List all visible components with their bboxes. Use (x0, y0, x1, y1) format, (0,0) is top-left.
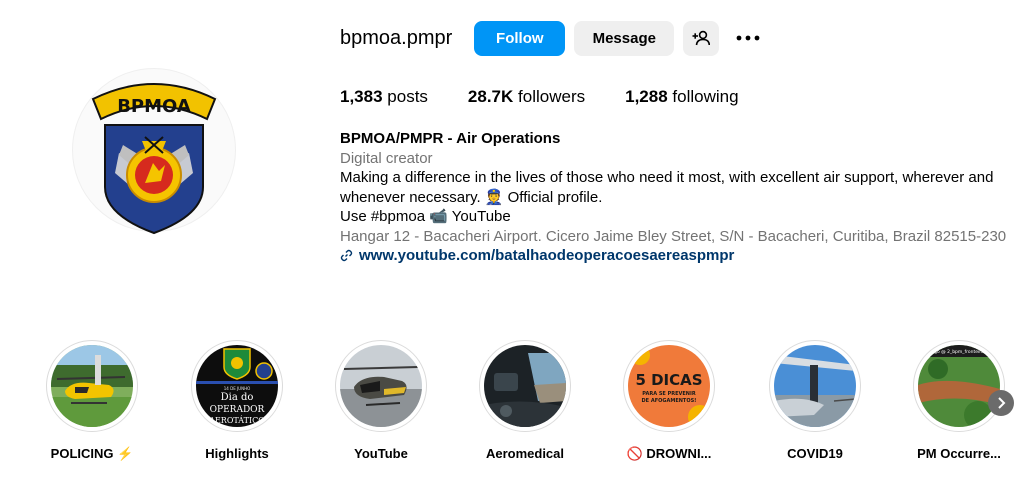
highlight-label: Aeromedical (485, 446, 565, 461)
highlight-thumbnail-cockpit (484, 345, 566, 427)
highlight-label: YouTube (354, 446, 408, 461)
username: bpmoa.pmpr (340, 26, 453, 49)
highlight-drowning[interactable]: 5 DICAS PARA SE PREVENIR DE AFOGAMENTOS!… (594, 340, 744, 462)
chevron-right-icon (998, 397, 1006, 409)
posts-stat: 1,383 posts (340, 87, 428, 107)
highlight-thumbnail-tips: 5 DICAS PARA SE PREVENIR DE AFOGAMENTOS! (628, 345, 710, 427)
bio-hashtag-line[interactable]: Use #bpmoa 📹 YouTube (340, 207, 1020, 227)
profile-bio: BPMOA/PMPR - Air Operations Digital crea… (340, 129, 1020, 266)
highlight-label: Highlights (205, 446, 269, 461)
highlight-thumbnail-airplane (774, 345, 856, 427)
highlight-ring (335, 340, 427, 432)
highlight-label: COVID19 (787, 446, 843, 461)
person-plus-icon (692, 30, 711, 46)
message-button[interactable]: Message (574, 20, 675, 56)
highlight-youtube[interactable]: YouTube (306, 340, 456, 461)
followers-stat[interactable]: 28.7K followers (468, 87, 585, 107)
highlight-ring (46, 340, 138, 432)
posts-label: posts (387, 87, 428, 106)
following-count: 1,288 (625, 87, 668, 106)
thumbnail-title-1: Dia do (221, 392, 254, 403)
highlight-ring: 14 DE JUNHO Dia do OPERADOR AEROTÁTICO (191, 340, 283, 432)
profile-avatar[interactable]: BPMOA (72, 68, 236, 235)
followers-count: 28.7K (467, 87, 514, 106)
highlight-thumbnail-helicopter (51, 345, 133, 427)
highlight-label: PM Occurre... (917, 446, 1001, 461)
thumbnail-tips-title: 5 DICAS (635, 371, 702, 389)
thumbnail-date-text: 14 DE JUNHO (224, 386, 251, 391)
profile-header: bpmoa.pmpr Follow Message (340, 20, 775, 56)
story-highlights: POLICING ⚡ 14 DE JUNHO Dia do OPERADOR A… (0, 340, 1024, 470)
thumbnail-caption: go @ 2_bpm_fronteira (934, 349, 984, 355)
following-stat[interactable]: 1,288 following (625, 87, 738, 107)
highlights-next-button[interactable] (988, 390, 1014, 416)
highlight-ring (479, 340, 571, 432)
thumbnail-tips-line-1: PARA SE PREVENIR (642, 391, 696, 397)
display-name: BPMOA/PMPR - Air Operations (340, 130, 561, 147)
posts-count: 1,383 (340, 87, 383, 106)
thumbnail-title-3: AEROTÁTICO (208, 416, 265, 425)
more-options-button[interactable] (730, 21, 766, 56)
highlight-highlights[interactable]: 14 DE JUNHO Dia do OPERADOR AEROTÁTICO H… (162, 340, 312, 461)
address-text: Hangar 12 - Bacacheri Airport. Cicero Ja… (340, 227, 1007, 245)
highlight-thumbnail-operator-day: 14 DE JUNHO Dia do OPERADOR AEROTÁTICO (196, 345, 278, 427)
highlight-thumbnail-aerial: go @ 2_bpm_fronteira (918, 345, 1000, 427)
suggest-similar-button[interactable] (683, 20, 720, 56)
highlight-aeromedical[interactable]: Aeromedical (450, 340, 600, 461)
profile-stats: 1,383 posts 28.7K followers 1,288 follow… (340, 87, 779, 107)
external-link-text: www.youtube.com/batalhaodeoperacoesaerea… (359, 247, 735, 264)
following-label: following (672, 87, 739, 106)
highlight-ring: 5 DICAS PARA SE PREVENIR DE AFOGAMENTOS! (623, 340, 715, 432)
followers-label: followers (518, 87, 586, 106)
highlight-policing[interactable]: POLICING ⚡ (17, 340, 167, 462)
thumbnail-title-2: OPERADOR (210, 405, 265, 415)
highlight-thumbnail-helicopter-flight (340, 345, 422, 427)
logo-text: BPMOA (117, 96, 191, 117)
bio-text: Making a difference in the lives of thos… (340, 169, 994, 206)
category-label: Digital creator (340, 149, 433, 167)
highlight-label: 🚫 DROWNI... (626, 446, 712, 461)
external-link[interactable]: www.youtube.com/batalhaodeoperacoesaerea… (340, 246, 1020, 266)
highlight-label: POLICING ⚡ (50, 446, 134, 461)
link-chain-icon (340, 250, 353, 262)
highlight-ring: go @ 2_bpm_fronteira (913, 340, 1005, 432)
more-horizontal-icon (736, 35, 760, 41)
highlight-ring (769, 340, 861, 432)
follow-button[interactable]: Follow (474, 20, 566, 56)
bpmoa-logo: BPMOA (91, 83, 217, 235)
highlight-covid19[interactable]: COVID19 (740, 340, 890, 461)
thumbnail-tips-line-2: DE AFOGAMENTOS! (642, 398, 697, 404)
